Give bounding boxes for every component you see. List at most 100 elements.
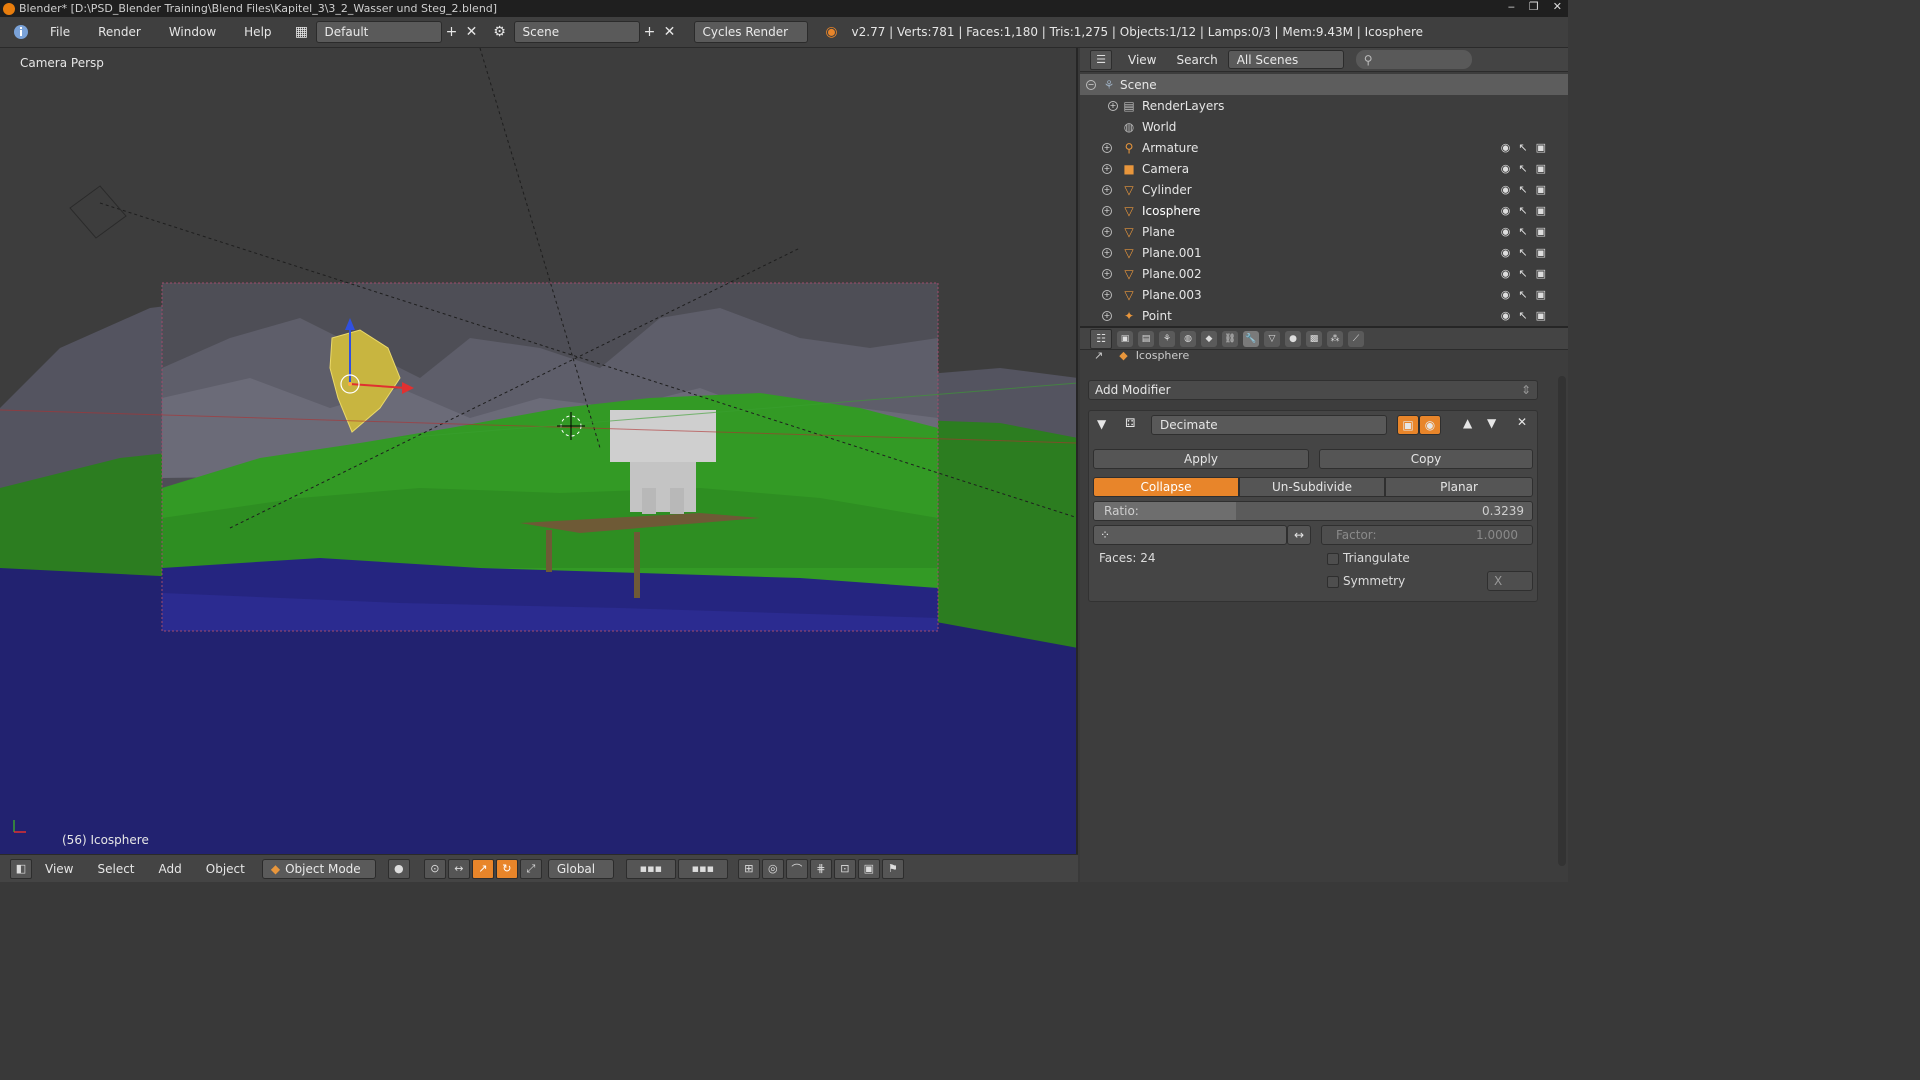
editor-type-properties-icon[interactable]: ☷ — [1090, 328, 1112, 349]
editor-type-outliner-icon[interactable]: ☰ — [1090, 49, 1112, 70]
expand-icon[interactable]: + — [1102, 142, 1112, 153]
vertex-group-field[interactable]: ⁘ — [1093, 525, 1287, 545]
expand-icon[interactable]: + — [1102, 205, 1112, 216]
translate-manipulator-icon[interactable]: ↗ — [471, 858, 494, 879]
select-arrow-icon[interactable]: ↖ — [1518, 246, 1527, 259]
outliner-row-plane[interactable]: + ▽ Plane ◉ ↖ ▣ — [1080, 221, 1568, 242]
snap-icon[interactable]: ⌒ — [785, 858, 808, 879]
world-tab-icon[interactable]: ◍ — [1180, 330, 1196, 347]
lock-camera-icon[interactable]: ⊞ — [737, 858, 760, 879]
menu-file[interactable]: File — [36, 25, 84, 39]
menu-add[interactable]: Add — [148, 862, 193, 876]
mode-unsubdivide-button[interactable]: Un-Subdivide — [1239, 477, 1385, 497]
outliner-row-icosphere[interactable]: + ▽ Icosphere ◉ ↖ ▣ — [1080, 200, 1568, 221]
transform-orientation-dropdown[interactable]: Global — [547, 858, 614, 879]
pin-icon[interactable]: ↗ — [1094, 349, 1103, 362]
mode-planar-button[interactable]: Planar — [1385, 477, 1533, 497]
viewport-toggle-eye-icon[interactable]: ◉ — [1419, 415, 1441, 435]
properties-scrollbar[interactable] — [1558, 376, 1566, 866]
render-camera-icon[interactable]: ▣ — [1536, 309, 1546, 322]
render-layers-tab-icon[interactable]: ▤ — [1138, 330, 1154, 347]
outliner-menu-view[interactable]: View — [1118, 53, 1166, 67]
expand-icon[interactable]: + — [1102, 226, 1112, 237]
select-arrow-icon[interactable]: ↖ — [1518, 162, 1527, 175]
modifiers-wrench-tab-icon[interactable]: 🔧 — [1243, 330, 1259, 347]
constraints-tab-icon[interactable]: ⛓ — [1222, 330, 1238, 347]
menu-render[interactable]: Render — [84, 25, 155, 39]
scene-tab-icon[interactable]: ⚘ — [1159, 330, 1175, 347]
editor-type-info-icon[interactable] — [6, 21, 36, 43]
remove-scene-icon[interactable]: ✕ — [660, 24, 680, 40]
menu-help[interactable]: Help — [230, 25, 285, 39]
menu-select[interactable]: Select — [86, 862, 145, 876]
expand-icon[interactable]: + — [1102, 289, 1112, 300]
opengl-render-icon[interactable]: ⊡ — [833, 858, 856, 879]
expand-icon[interactable]: + — [1102, 184, 1112, 195]
outliner-search-input[interactable]: ⚲ — [1355, 50, 1472, 69]
collapse-arrow-icon[interactable]: ▼ — [1097, 417, 1106, 431]
select-arrow-icon[interactable]: ↖ — [1518, 141, 1527, 154]
factor-field[interactable]: Factor: 1.0000 — [1321, 525, 1533, 545]
particles-tab-icon[interactable]: ⁂ — [1327, 330, 1343, 347]
3d-viewport[interactable]: Camera Persp (56) Icosphere — [0, 48, 1078, 854]
render-animation-icon[interactable]: ▣ — [857, 858, 880, 879]
render-toggle-icon[interactable]: ▣ — [1397, 415, 1419, 435]
object-tab-icon[interactable]: ◆ — [1201, 330, 1217, 347]
mode-collapse-button[interactable]: Collapse — [1093, 477, 1239, 497]
screen-layout-field[interactable]: Default — [315, 21, 442, 43]
menu-window[interactable]: Window — [155, 25, 230, 39]
outliner-row-point[interactable]: + ✦ Point ◉ ↖ ▣ — [1080, 305, 1568, 326]
modifier-name-field[interactable]: Decimate — [1151, 415, 1387, 435]
outliner-row-camera[interactable]: + ■ Camera ◉ ↖ ▣ — [1080, 158, 1568, 179]
outliner-row-armature[interactable]: + ⚲ Armature ◉ ↖ ▣ — [1080, 137, 1568, 158]
expand-icon[interactable]: + — [1102, 268, 1112, 279]
outliner-menu-search[interactable]: Search — [1172, 53, 1221, 67]
outliner-row-scene[interactable]: − ⚘ Scene — [1080, 74, 1568, 95]
eye-icon[interactable]: ◉ — [1501, 225, 1511, 238]
layers-grid-icon[interactable]: ▪▪▪ — [625, 858, 676, 879]
render-camera-icon[interactable]: ▣ — [1536, 141, 1546, 154]
proportional-edit-icon[interactable]: ◎ — [761, 858, 784, 879]
viewport-shading-icon[interactable]: ● — [387, 858, 410, 879]
remove-modifier-icon[interactable]: ✕ — [1517, 415, 1527, 429]
pivot-point-icon[interactable]: ⊙ — [423, 858, 446, 879]
add-modifier-dropdown[interactable]: Add Modifier ⇕ — [1088, 380, 1538, 400]
render-tab-icon[interactable]: ▣ — [1117, 330, 1133, 347]
eye-icon[interactable]: ◉ — [1501, 267, 1511, 280]
screen-layout-icon[interactable]: ▦ — [292, 24, 312, 40]
add-layout-icon[interactable]: + — [442, 24, 462, 40]
texture-tab-icon[interactable]: ▩ — [1306, 330, 1322, 347]
outliner-row-plane-003[interactable]: + ▽ Plane.003 ◉ ↖ ▣ — [1080, 284, 1568, 305]
scene-selector-icon[interactable]: ⚙ — [490, 24, 510, 40]
rotate-manipulator-icon[interactable]: ↻ — [495, 858, 518, 879]
expand-icon[interactable]: + — [1102, 310, 1112, 321]
outliner-row-renderlayers[interactable]: + ▤ RenderLayers — [1080, 95, 1568, 116]
layers-grid-2-icon[interactable]: ▪▪▪ — [677, 858, 728, 879]
manipulator-toggle-icon[interactable]: ↔ — [447, 858, 470, 879]
data-tab-icon[interactable]: ▽ — [1264, 330, 1280, 347]
eye-icon[interactable]: ◉ — [1501, 288, 1511, 301]
render-camera-icon[interactable]: ▣ — [1536, 183, 1546, 196]
eye-icon[interactable]: ◉ — [1501, 309, 1511, 322]
add-scene-icon[interactable]: + — [640, 24, 660, 40]
eye-icon[interactable]: ◉ — [1501, 162, 1511, 175]
render-camera-icon[interactable]: ▣ — [1536, 204, 1546, 217]
select-arrow-icon[interactable]: ↖ — [1518, 204, 1527, 217]
outliner-row-plane-001[interactable]: + ▽ Plane.001 ◉ ↖ ▣ — [1080, 242, 1568, 263]
outliner-row-cylinder[interactable]: + ▽ Cylinder ◉ ↖ ▣ — [1080, 179, 1568, 200]
move-down-icon[interactable]: ▼ — [1487, 416, 1496, 430]
outliner-row-world[interactable]: ◍ World — [1080, 116, 1568, 137]
expand-icon[interactable]: + — [1102, 247, 1112, 258]
move-up-icon[interactable]: ▲ — [1463, 416, 1472, 430]
snap-element-icon[interactable]: ⋕ — [809, 858, 832, 879]
outliner-filter-dropdown[interactable]: All Scenes — [1227, 50, 1344, 69]
render-camera-icon[interactable]: ▣ — [1536, 288, 1546, 301]
select-arrow-icon[interactable]: ↖ — [1518, 267, 1527, 280]
expand-icon[interactable]: + — [1102, 163, 1112, 174]
render-engine-dropdown[interactable]: Cycles Render — [693, 21, 808, 43]
select-arrow-icon[interactable]: ↖ — [1518, 309, 1527, 322]
remove-layout-icon[interactable]: ✕ — [462, 24, 482, 40]
close-window-button[interactable]: ✕ — [1553, 0, 1562, 13]
render-camera-icon[interactable]: ▣ — [1536, 267, 1546, 280]
symmetry-checkbox[interactable] — [1327, 576, 1339, 588]
